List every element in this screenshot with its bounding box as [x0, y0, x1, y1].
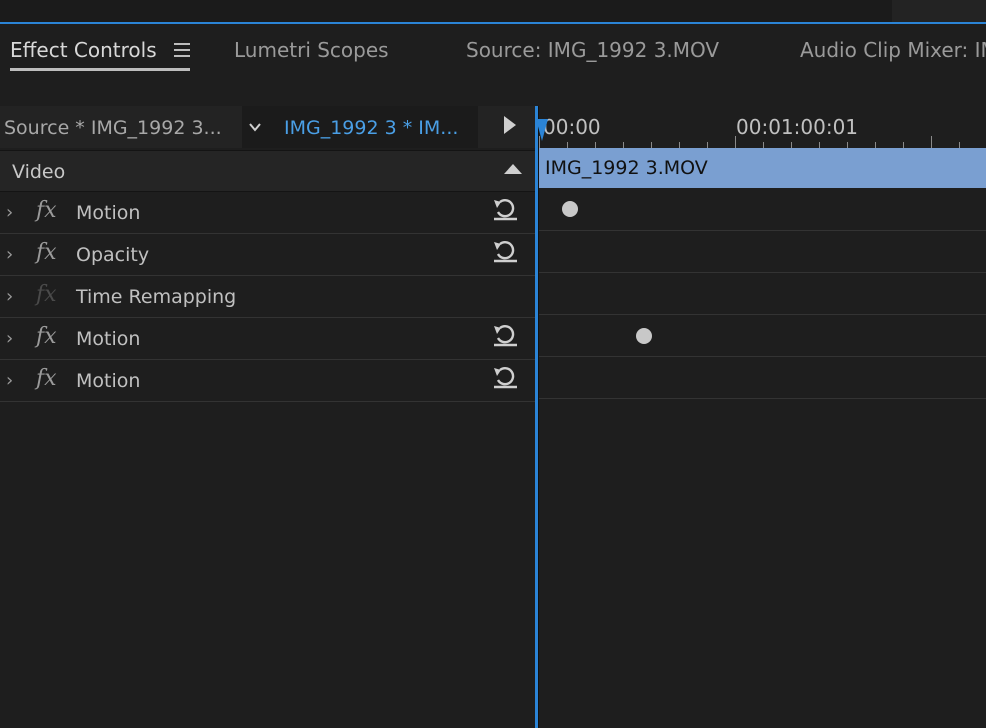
fx-toggle-icon[interactable]: fx [36, 324, 57, 349]
effect-row-opacity[interactable]: › fx Opacity [0, 234, 536, 276]
fx-toggle-icon[interactable]: fx [36, 240, 57, 265]
tab-lumetri-scopes[interactable]: Lumetri Scopes [234, 38, 389, 62]
timeline-row-divider [539, 230, 986, 231]
ruler-tick [931, 136, 932, 148]
twirl-expand-icon[interactable]: › [6, 370, 13, 391]
effect-name: Opacity [76, 244, 150, 266]
timeline-row-divider [539, 356, 986, 357]
panel-menu-icon[interactable] [174, 43, 190, 57]
effect-name: Time Remapping [76, 286, 237, 308]
effect-row-time-remapping[interactable]: › fx Time Remapping [0, 276, 536, 318]
active-tab-underline [10, 68, 190, 71]
sequence-clip-tab[interactable]: IMG_1992 3 * IM... [284, 117, 458, 139]
timeline-row-divider [539, 272, 986, 273]
keyframe-marker[interactable] [562, 201, 578, 217]
clip-name-label: IMG_1992 3.MOV [545, 157, 708, 179]
twirl-expand-icon[interactable]: › [6, 286, 13, 307]
playhead-marker[interactable] [536, 119, 548, 141]
video-section-header: Video [0, 150, 536, 192]
timeline-clip-bar[interactable]: IMG_1992 3.MOV [539, 148, 986, 188]
fx-toggle-icon: fx [36, 282, 57, 307]
twirl-expand-icon[interactable]: › [6, 328, 13, 349]
panel-tab-bar: Effect Controls Lumetri Scopes Source: I… [0, 24, 986, 80]
chevron-down-icon[interactable] [248, 120, 262, 134]
tab-source-monitor[interactable]: Source: IMG_1992 3.MOV [466, 38, 719, 62]
reset-effect-icon[interactable] [491, 364, 519, 390]
twirl-expand-icon[interactable]: › [6, 202, 13, 223]
top-panel-segment [0, 0, 892, 22]
show-timeline-play-icon[interactable] [504, 116, 516, 134]
effect-row-motion[interactable]: › fx Motion [0, 360, 536, 402]
ruler-tick [735, 136, 736, 148]
timeline-row-divider [539, 314, 986, 315]
reset-effect-icon[interactable] [491, 238, 519, 264]
reset-effect-icon[interactable] [491, 196, 519, 222]
twirl-expand-icon[interactable]: › [6, 244, 13, 265]
video-section-label: Video [12, 161, 66, 183]
ruler-timecode-start: 00:00 [543, 115, 601, 139]
ruler-timecode-mark: 00:01:00:01 [736, 115, 859, 139]
timeline-row-divider [539, 398, 986, 399]
effect-name: Motion [76, 202, 141, 224]
effect-controls-header: Source * IMG_1992 3... IMG_1992 3 * IM..… [0, 106, 536, 148]
effect-row-motion[interactable]: › fx Motion [0, 192, 536, 234]
effect-name: Motion [76, 370, 141, 392]
tab-audio-clip-mixer[interactable]: Audio Clip Mixer: IM [800, 38, 986, 62]
fx-toggle-icon[interactable]: fx [36, 366, 57, 391]
window-top-strip [0, 0, 986, 24]
effect-row-motion[interactable]: › fx Motion [0, 318, 536, 360]
effect-name: Motion [76, 328, 141, 350]
keyframe-marker[interactable] [636, 328, 652, 344]
collapse-triangle-icon[interactable] [504, 164, 522, 174]
reset-effect-icon[interactable] [491, 322, 519, 348]
master-clip-tab[interactable]: Source * IMG_1992 3... [4, 117, 222, 139]
time-ruler[interactable]: 00:00 00:01:00:01 [539, 106, 986, 148]
panel-split-shadow [538, 106, 539, 728]
tab-effect-controls[interactable]: Effect Controls [10, 38, 157, 62]
fx-toggle-icon[interactable]: fx [36, 198, 57, 223]
